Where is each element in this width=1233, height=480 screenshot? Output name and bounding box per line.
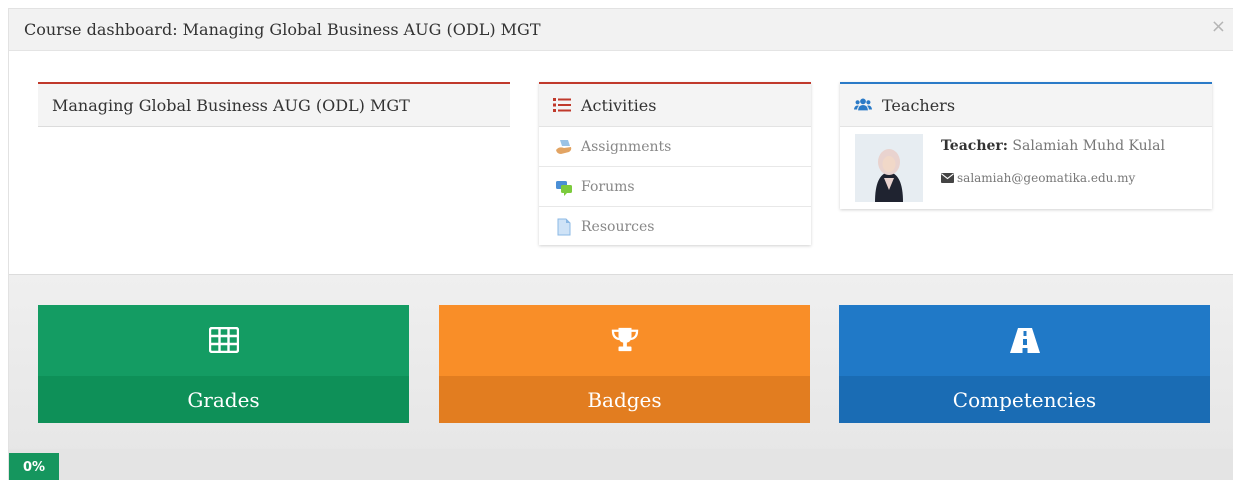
course-info-area: Managing Global Business AUG (ODL) MGT A… — [9, 52, 1233, 274]
competencies-tile-icon-area — [839, 305, 1210, 376]
envelope-icon — [941, 173, 954, 183]
activity-assignments[interactable]: Assignments — [539, 127, 811, 167]
course-name: Managing Global Business AUG (ODL) MGT — [38, 84, 510, 127]
teacher-email: salamiah@geomatika.edu.my — [957, 171, 1136, 185]
course-progress-bar: 0% — [9, 449, 1233, 480]
teacher-role-label: Teacher: — [941, 138, 1008, 154]
activities-header: Activities — [539, 84, 811, 127]
badges-tile-icon-area — [439, 305, 810, 376]
activity-resources[interactable]: Resources — [539, 207, 811, 247]
activity-label: Resources — [581, 219, 655, 235]
grades-tile[interactable]: Grades — [38, 305, 409, 423]
teachers-title: Teachers — [882, 95, 956, 115]
teacher-name-line: Teacher: Salamiah Muhd Kulal — [941, 138, 1165, 154]
course-dashboard-modal: Course dashboard: Managing Global Busine… — [8, 8, 1233, 480]
teachers-card: Teachers Teacher: Salamiah Muhd Kulal sa… — [840, 82, 1212, 209]
list-icon — [553, 98, 571, 112]
course-name-card: Managing Global Business AUG (ODL) MGT — [38, 82, 510, 127]
badges-tile-label: Badges — [439, 376, 810, 423]
trophy-icon — [611, 327, 638, 352]
teacher-name[interactable]: Salamiah Muhd Kulal — [1012, 138, 1165, 154]
activities-card: Activities Assignments Forums Resources — [539, 82, 811, 245]
activity-label: Assignments — [581, 138, 672, 155]
modal-header: Course dashboard: Managing Global Busine… — [9, 9, 1233, 51]
activity-forums[interactable]: Forums — [539, 167, 811, 207]
activity-label: Forums — [581, 178, 635, 195]
assignment-icon — [556, 139, 572, 154]
competencies-tile[interactable]: Competencies — [839, 305, 1210, 423]
users-icon — [854, 98, 872, 111]
grades-tile-label: Grades — [38, 376, 409, 423]
resource-icon — [557, 218, 571, 236]
close-icon[interactable]: × — [1211, 17, 1226, 37]
teacher-avatar[interactable] — [855, 134, 923, 202]
grades-tile-icon-area — [38, 305, 409, 376]
progress-label: 0% — [22, 459, 46, 475]
avatar-image — [855, 134, 923, 202]
competencies-tile-label: Competencies — [839, 376, 1210, 423]
teacher-email-line[interactable]: salamiah@geomatika.edu.my — [941, 171, 1135, 185]
teachers-header: Teachers — [840, 84, 1212, 127]
forum-icon — [556, 180, 572, 196]
modal-title: Course dashboard: Managing Global Busine… — [24, 20, 541, 39]
teacher-entry: Teacher: Salamiah Muhd Kulal salamiah@ge… — [840, 127, 1212, 209]
badges-tile[interactable]: Badges — [439, 305, 810, 423]
road-icon — [1009, 328, 1040, 353]
activities-title: Activities — [581, 95, 657, 115]
table-icon — [208, 327, 239, 353]
